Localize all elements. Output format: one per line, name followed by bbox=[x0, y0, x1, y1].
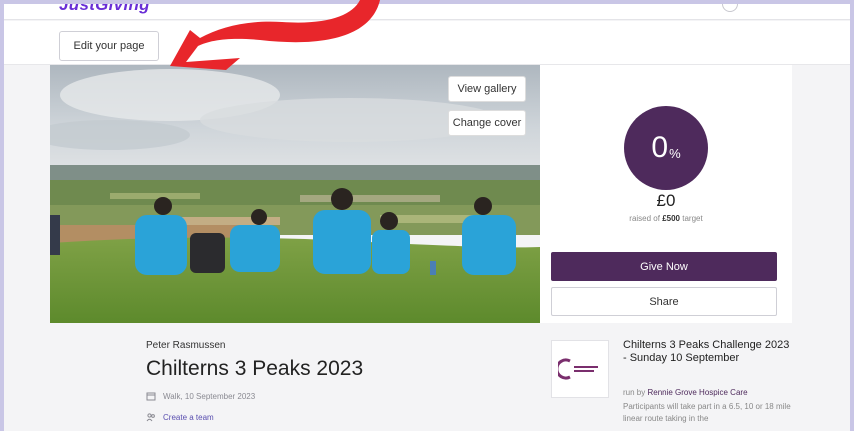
progress-circle: 0 % bbox=[624, 106, 708, 190]
target-prefix: raised of bbox=[629, 214, 660, 223]
change-cover-button[interactable]: Change cover bbox=[448, 110, 526, 136]
create-team-link[interactable]: Create a team bbox=[146, 412, 214, 422]
percent-symbol: % bbox=[669, 145, 681, 161]
cover-photo: View gallery Change cover bbox=[50, 65, 540, 323]
give-now-button[interactable]: Give Now bbox=[551, 252, 777, 281]
site-logo[interactable]: JustGiving bbox=[59, 4, 150, 15]
top-navigation-bar: JustGiving bbox=[4, 4, 850, 20]
cover-image bbox=[50, 65, 540, 323]
share-button[interactable]: Share bbox=[551, 287, 777, 316]
calendar-icon bbox=[146, 391, 156, 401]
charity-logo[interactable] bbox=[551, 340, 609, 398]
charity-name[interactable]: Rennie Grove Hospice Care bbox=[647, 388, 747, 397]
create-team-label[interactable]: Create a team bbox=[163, 413, 214, 422]
page-title: Chilterns 3 Peaks 2023 bbox=[146, 357, 364, 380]
event-run-by: run by Rennie Grove Hospice Care bbox=[623, 388, 748, 397]
run-by-prefix: run by bbox=[623, 388, 646, 397]
avatar[interactable] bbox=[722, 4, 738, 12]
fundraising-page: JustGiving Edit your page View gallery C… bbox=[4, 4, 850, 431]
target-amount: £500 bbox=[662, 214, 680, 223]
event-date: Walk, 10 September 2023 bbox=[146, 391, 255, 401]
team-icon bbox=[146, 412, 156, 422]
amount-raised: £0 bbox=[656, 191, 676, 210]
view-gallery-button[interactable]: View gallery bbox=[448, 76, 526, 102]
event-title[interactable]: Chilterns 3 Peaks Challenge 2023 - Sunda… bbox=[623, 339, 793, 365]
page-owner-toolbar: Edit your page bbox=[4, 21, 850, 65]
edit-page-button[interactable]: Edit your page bbox=[59, 31, 159, 61]
event-description: Participants will take part in a 6.5, 10… bbox=[623, 402, 791, 423]
target-suffix: target bbox=[682, 214, 703, 223]
progress-percent: 0 bbox=[651, 131, 669, 164]
event-date-text: Walk, 10 September 2023 bbox=[163, 391, 256, 401]
donation-panel: 0 % £0 raised of £500 target Give Now Sh… bbox=[540, 65, 792, 323]
page-owner-name: Peter Rasmussen bbox=[146, 340, 226, 351]
target-text: raised of £500 target bbox=[540, 214, 792, 223]
